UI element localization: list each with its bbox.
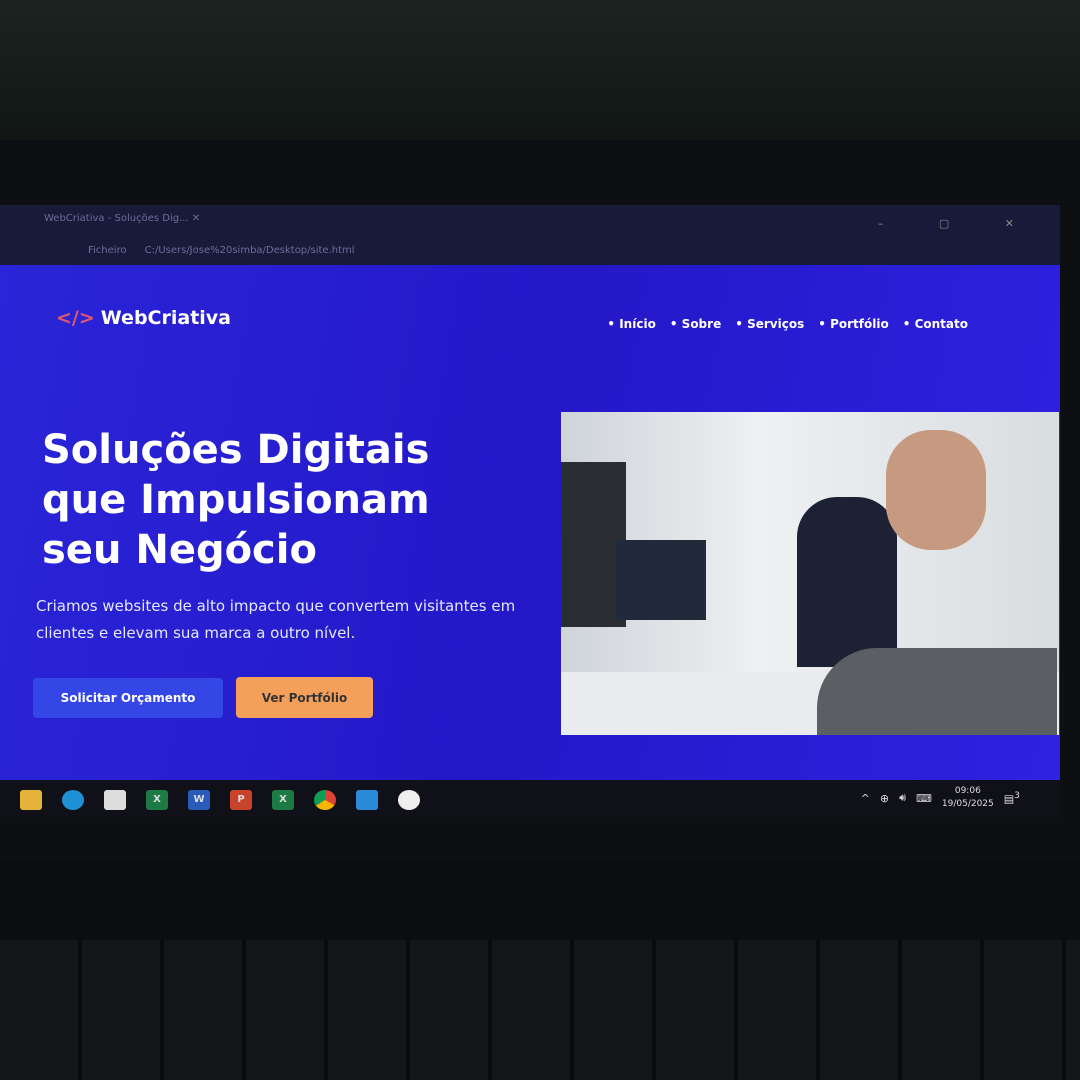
request-quote-button[interactable]: Solicitar Orçamento xyxy=(33,678,223,718)
person-head xyxy=(886,430,986,550)
window-controls[interactable]: – ▢ ✕ xyxy=(878,217,1040,230)
address-prefix: Ficheiro xyxy=(88,245,127,256)
file-explorer-icon[interactable] xyxy=(20,789,42,810)
taskbar: X W P X ^ ⊕ 🔊︎ ⌨ 09:06 19/05/2025 ▤3 xyxy=(0,782,1060,817)
keyboard-icon[interactable]: ⌨ xyxy=(916,792,932,805)
code-icon: </> xyxy=(56,307,95,329)
browser-tab[interactable]: WebCriativa - Soluções Dig... ✕ xyxy=(44,213,200,224)
store-icon[interactable] xyxy=(104,789,126,810)
app-icon[interactable] xyxy=(398,789,420,810)
hero-subtitle: Criamos websites de alto impacto que con… xyxy=(36,597,516,642)
volume-icon[interactable]: 🔊︎ xyxy=(899,791,906,805)
word-icon[interactable]: W xyxy=(188,789,210,810)
nav-inicio[interactable]: Início xyxy=(607,317,656,331)
laptop xyxy=(616,540,706,620)
clock[interactable]: 09:06 19/05/2025 xyxy=(942,785,994,811)
excel-icon[interactable]: X xyxy=(146,789,168,810)
hero-image xyxy=(561,412,1059,735)
logo[interactable]: </> WebCriativa xyxy=(56,307,231,329)
nav-sobre[interactable]: Sobre xyxy=(670,317,722,331)
laptop-screen: WebCriativa - Soluções Dig... ✕ Ficheiro… xyxy=(0,205,1060,817)
hero-headline: Soluções Digitais que Impulsionam seu Ne… xyxy=(42,427,430,573)
address-bar[interactable]: Ficheiro C:/Users/Jose%20simba/Desktop/si… xyxy=(88,245,373,256)
system-tray: ^ ⊕ 🔊︎ ⌨ 09:06 19/05/2025 ▤3 xyxy=(861,785,1020,811)
vscode-icon[interactable] xyxy=(356,789,378,810)
network-icon[interactable]: ⊕ xyxy=(880,792,889,805)
nav-servicos[interactable]: Serviços xyxy=(735,317,804,331)
nav-contato[interactable]: Contato xyxy=(903,317,968,331)
view-portfolio-button[interactable]: Ver Portfólio xyxy=(236,677,373,718)
main-nav: Início Sobre Serviços Portfólio Contato xyxy=(607,317,968,331)
date: 19/05/2025 xyxy=(941,799,994,809)
background-wall xyxy=(0,0,1080,150)
time: 09:06 xyxy=(954,786,981,796)
tab-title: WebCriativa - Soluções Dig... xyxy=(44,213,189,224)
person-background xyxy=(797,497,897,667)
website: </>WebCriativa Início Sobre Serviços Por… xyxy=(0,265,1060,780)
powerpoint-icon[interactable]: P xyxy=(230,789,252,810)
notifications-icon[interactable]: ▤3 xyxy=(1004,790,1020,806)
notification-count: 3 xyxy=(1014,790,1020,802)
chevron-up-icon[interactable]: ^ xyxy=(861,792,870,805)
edge-icon[interactable] xyxy=(62,789,84,810)
keyboard xyxy=(0,940,1080,1080)
person-foreground xyxy=(817,648,1057,735)
nav-portfolio[interactable]: Portfólio xyxy=(818,317,889,331)
browser-chrome: WebCriativa - Soluções Dig... ✕ Ficheiro… xyxy=(0,205,1060,265)
address-url: C:/Users/Jose%20simba/Desktop/site.html xyxy=(144,245,355,256)
chrome-icon[interactable] xyxy=(314,789,336,810)
excel-icon-2[interactable]: X xyxy=(272,789,294,810)
logo-text: WebCriativa xyxy=(100,307,231,329)
